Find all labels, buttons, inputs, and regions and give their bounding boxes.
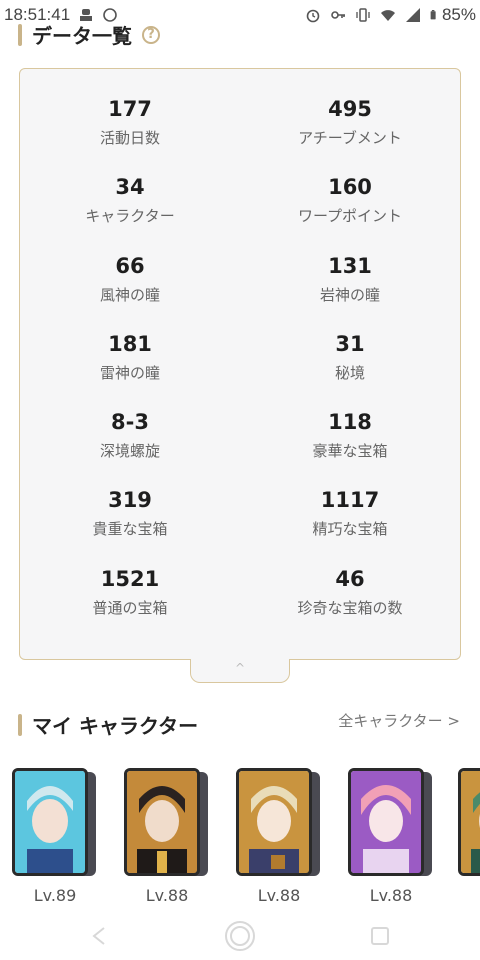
characters-section-header: マイ キャラクター xyxy=(18,710,198,739)
characters-section-title: マイ キャラクター xyxy=(32,714,199,738)
character-card[interactable]: Lv.88 xyxy=(122,768,212,908)
stat-characters: 34 キャラクター xyxy=(85,175,175,226)
stat-anemoculus: 66 風神の瞳 xyxy=(99,253,160,304)
stat-active-days: 177 活動日数 xyxy=(99,97,160,147)
chevron-up-icon: ^ xyxy=(234,661,246,675)
stat-geoculus: 131 岩神の瞳 xyxy=(319,253,380,304)
character-card[interactable]: Lv.88 xyxy=(346,768,436,908)
stat-achievements: 495 アチーブメント xyxy=(298,97,402,147)
stat-precious-chests: 319 貴重な宝箱 xyxy=(92,488,168,539)
character-card[interactable]: Lv.88 xyxy=(234,768,324,908)
character-row: Lv.89 Lv.88 Lv.88 Lv.88 xyxy=(0,768,480,908)
character-card[interactable] xyxy=(456,768,480,908)
data-section-header: データ一覧 ? xyxy=(18,20,160,49)
signal-icon xyxy=(405,8,420,22)
stat-common-chests: 1521 普通の宝箱 xyxy=(92,566,168,617)
character-portrait-icon xyxy=(458,768,480,876)
character-portrait-icon xyxy=(236,768,312,876)
home-icon xyxy=(225,921,255,951)
back-button[interactable] xyxy=(82,920,118,952)
character-level: Lv.88 xyxy=(369,886,413,905)
data-section-title: データ一覧 xyxy=(32,24,132,48)
stat-remarkable-chests: 46 珍奇な宝箱の数 xyxy=(297,566,403,617)
stat-exquisite-chests: 1117 精巧な宝箱 xyxy=(312,488,388,539)
stat-electroculus: 181 雷神の瞳 xyxy=(99,331,160,382)
collapse-tab[interactable]: ^ xyxy=(190,659,290,683)
stat-luxurious-chests: 118 豪華な宝箱 xyxy=(312,410,388,461)
stat-domains: 31 秘境 xyxy=(334,331,365,382)
character-portrait-icon xyxy=(124,768,200,876)
stat-waypoints: 160 ワープポイント xyxy=(297,175,403,226)
all-characters-link[interactable]: 全キャラクター > xyxy=(338,710,460,731)
wifi-icon xyxy=(380,10,395,21)
battery-icon xyxy=(430,10,436,20)
recents-button[interactable] xyxy=(362,920,398,952)
key-icon xyxy=(331,11,345,19)
character-level: Lv.88 xyxy=(257,886,301,905)
stat-spiral-abyss: 8-3 深境螺旋 xyxy=(99,410,160,461)
character-level: Lv.89 xyxy=(33,886,77,905)
section-accent-bar xyxy=(18,713,22,736)
battery-percent: 85% xyxy=(441,5,476,24)
character-card[interactable]: Lv.89 xyxy=(10,768,100,908)
section-accent-bar xyxy=(18,23,22,46)
home-button[interactable] xyxy=(222,920,258,952)
character-portrait-icon xyxy=(348,768,424,876)
alarm-icon xyxy=(306,9,320,23)
vibrate-icon xyxy=(356,8,370,22)
stats-grid: 177 活動日数 495 アチーブメント 34 キャラクター 160 ワープポイント 6… xyxy=(20,95,460,643)
nav-bar xyxy=(0,912,480,960)
recents-icon xyxy=(371,927,389,945)
help-icon[interactable]: ? xyxy=(142,25,160,44)
character-level: Lv.88 xyxy=(145,886,189,905)
character-portrait-icon xyxy=(12,768,88,876)
back-icon xyxy=(92,927,105,945)
stats-card: 177 活動日数 495 アチーブメント 34 キャラクター 160 ワープポイント 6… xyxy=(19,68,461,660)
